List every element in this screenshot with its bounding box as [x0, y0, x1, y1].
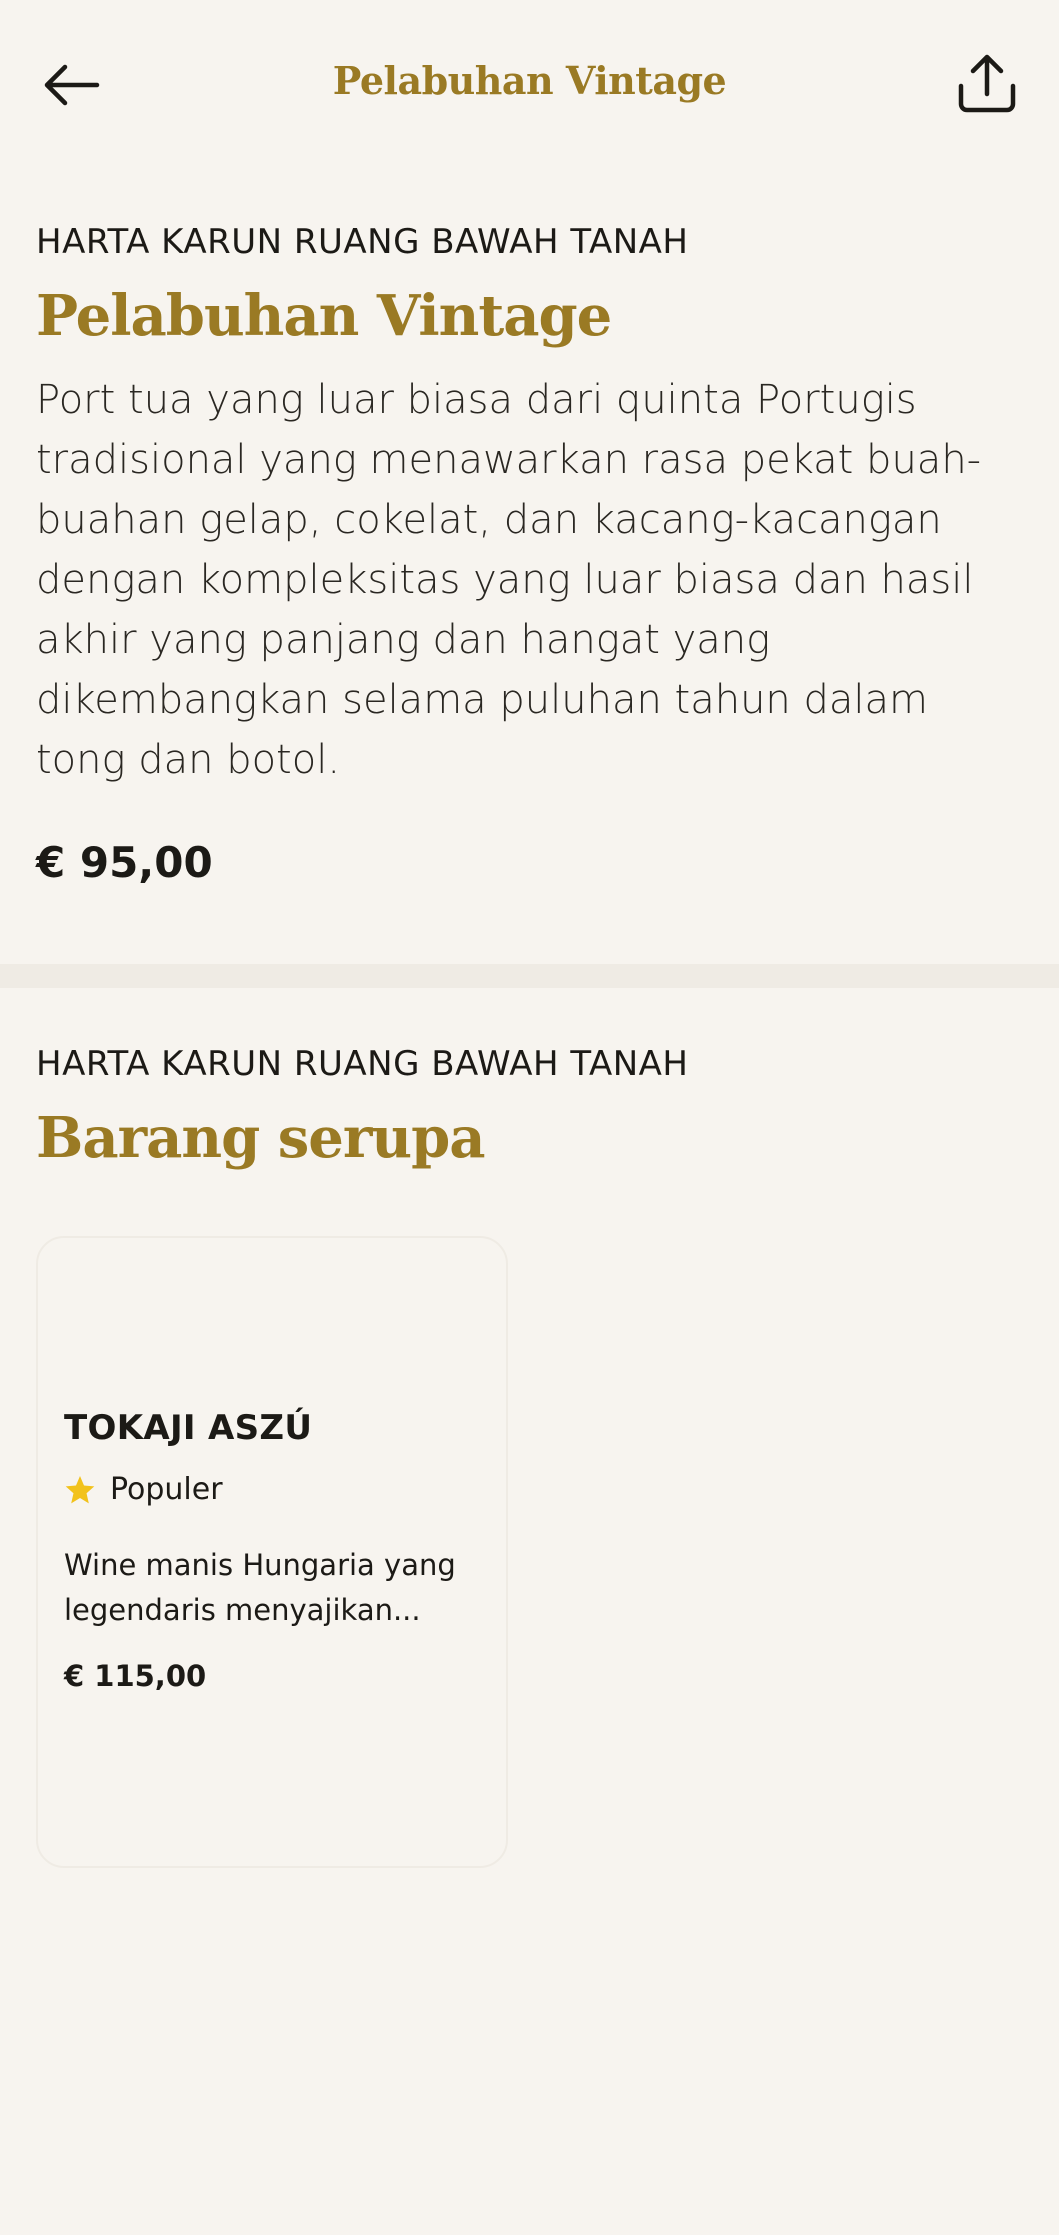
share-button[interactable] [951, 46, 1023, 122]
similar-item-content: TOKAJI ASZÚ Populer Wine manis Hungaria … [64, 1408, 486, 1693]
similar-items-section: HARTA KARUN RUANG BAWAH TANAH Barang ser… [36, 1044, 1023, 1172]
badge-label: Populer [110, 1472, 223, 1507]
similar-item-card[interactable]: TOKAJI ASZÚ Populer Wine manis Hungaria … [36, 1236, 508, 1868]
product-detail: HARTA KARUN RUANG BAWAH TANAH Pelabuhan … [36, 222, 1023, 887]
share-icon [958, 54, 1016, 113]
similar-title: Barang serupa [36, 1104, 486, 1171]
similar-item-name: TOKAJI ASZÚ [64, 1408, 313, 1448]
similar-item-description: Wine manis Hungaria yang legendaris meny… [64, 1548, 456, 1627]
star-icon [65, 1475, 95, 1503]
product-title: Pelabuhan Vintage [36, 282, 612, 349]
section-divider [0, 964, 1059, 988]
product-price: € 95,00 [36, 837, 213, 887]
header-title: Pelabuhan Vintage [332, 58, 727, 103]
popular-badge: Populer [64, 1472, 486, 1507]
similar-category: HARTA KARUN RUANG BAWAH TANAH [36, 1044, 689, 1084]
top-app-bar: Pelabuhan Vintage [0, 0, 1059, 170]
product-description: Port tua yang luar biasa dari quinta Por… [36, 376, 982, 783]
similar-item-price: € 115,00 [64, 1659, 207, 1693]
product-category: HARTA KARUN RUANG BAWAH TANAH [36, 222, 689, 262]
